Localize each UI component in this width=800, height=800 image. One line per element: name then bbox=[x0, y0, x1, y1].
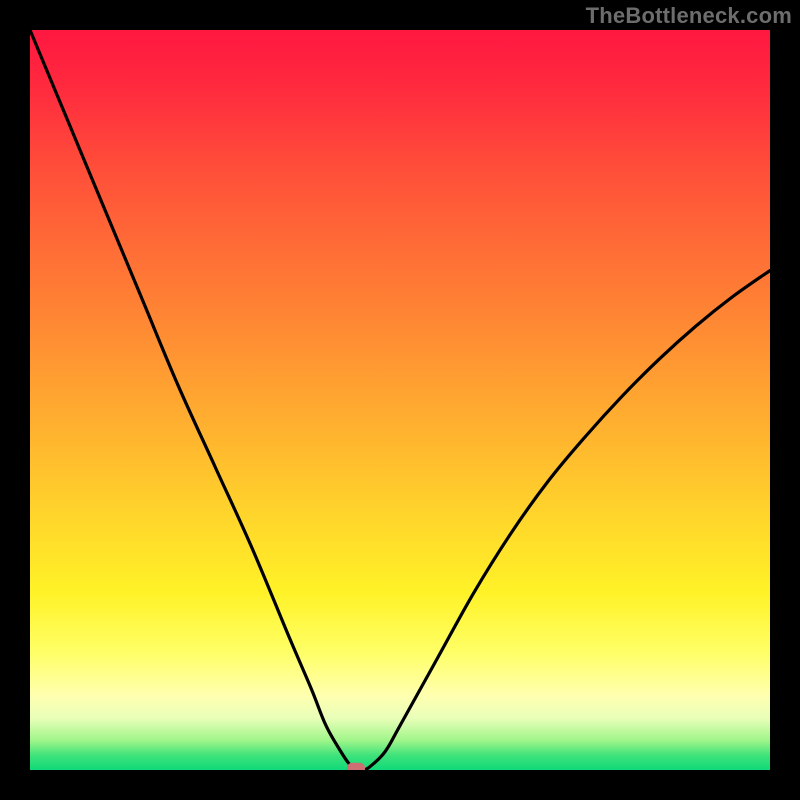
bottleneck-curve bbox=[30, 30, 770, 770]
chart-frame: TheBottleneck.com bbox=[0, 0, 800, 800]
plot-area bbox=[30, 30, 770, 770]
optimum-marker-icon bbox=[347, 763, 365, 770]
watermark-text: TheBottleneck.com bbox=[586, 3, 792, 29]
